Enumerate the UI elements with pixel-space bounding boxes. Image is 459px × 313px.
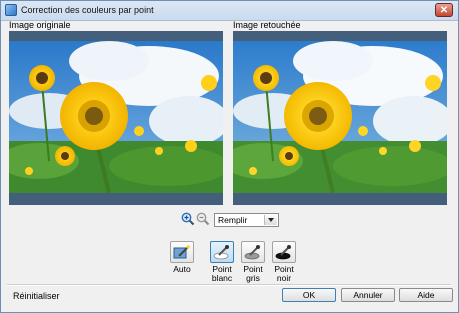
gray-point-button[interactable] (241, 241, 265, 263)
footer-divider (7, 284, 451, 286)
reset-link[interactable]: Réinitialiser (13, 291, 60, 301)
close-button[interactable]: ✕ (435, 3, 453, 17)
retouched-sunflower-image (233, 31, 447, 205)
zoom-out-icon (196, 212, 210, 226)
zoom-in-icon (181, 212, 195, 226)
title-bar[interactable]: Correction des couleurs par point ✕ (1, 1, 458, 21)
help-button[interactable]: Aide (399, 288, 453, 302)
auto-button[interactable] (170, 241, 194, 263)
white-eyedropper-icon (213, 245, 229, 260)
gray-point-label: Point gris (243, 264, 263, 283)
cancel-button[interactable]: Annuler (341, 288, 395, 302)
chevron-down-icon (264, 215, 277, 225)
auto-label: Auto (173, 264, 191, 274)
white-point-label: Point blanc (211, 264, 233, 283)
white-point-button[interactable] (210, 241, 234, 263)
dialog-window: Correction des couleurs par point ✕ Imag… (0, 0, 459, 313)
original-image-panel[interactable] (9, 31, 223, 205)
black-point-button[interactable] (272, 241, 296, 263)
app-icon (5, 4, 17, 16)
original-image-label: Image originale (9, 20, 71, 30)
close-icon: ✕ (439, 5, 449, 16)
gray-eyedropper-icon (244, 245, 260, 260)
fill-mode-dropdown[interactable]: Remplir (214, 213, 279, 227)
fill-mode-value: Remplir (218, 215, 248, 225)
ok-button[interactable]: OK (282, 288, 336, 302)
black-eyedropper-icon (275, 245, 291, 260)
auto-correct-icon (173, 245, 190, 259)
black-point-label: Point noir (274, 264, 294, 283)
zoom-out-button[interactable] (196, 212, 210, 226)
original-sunflower-image (9, 31, 223, 205)
window-title: Correction des couleurs par point (21, 5, 154, 15)
retouched-image-panel[interactable] (233, 31, 447, 205)
retouched-image-label: Image retouchée (233, 20, 301, 30)
zoom-in-button[interactable] (181, 212, 195, 226)
